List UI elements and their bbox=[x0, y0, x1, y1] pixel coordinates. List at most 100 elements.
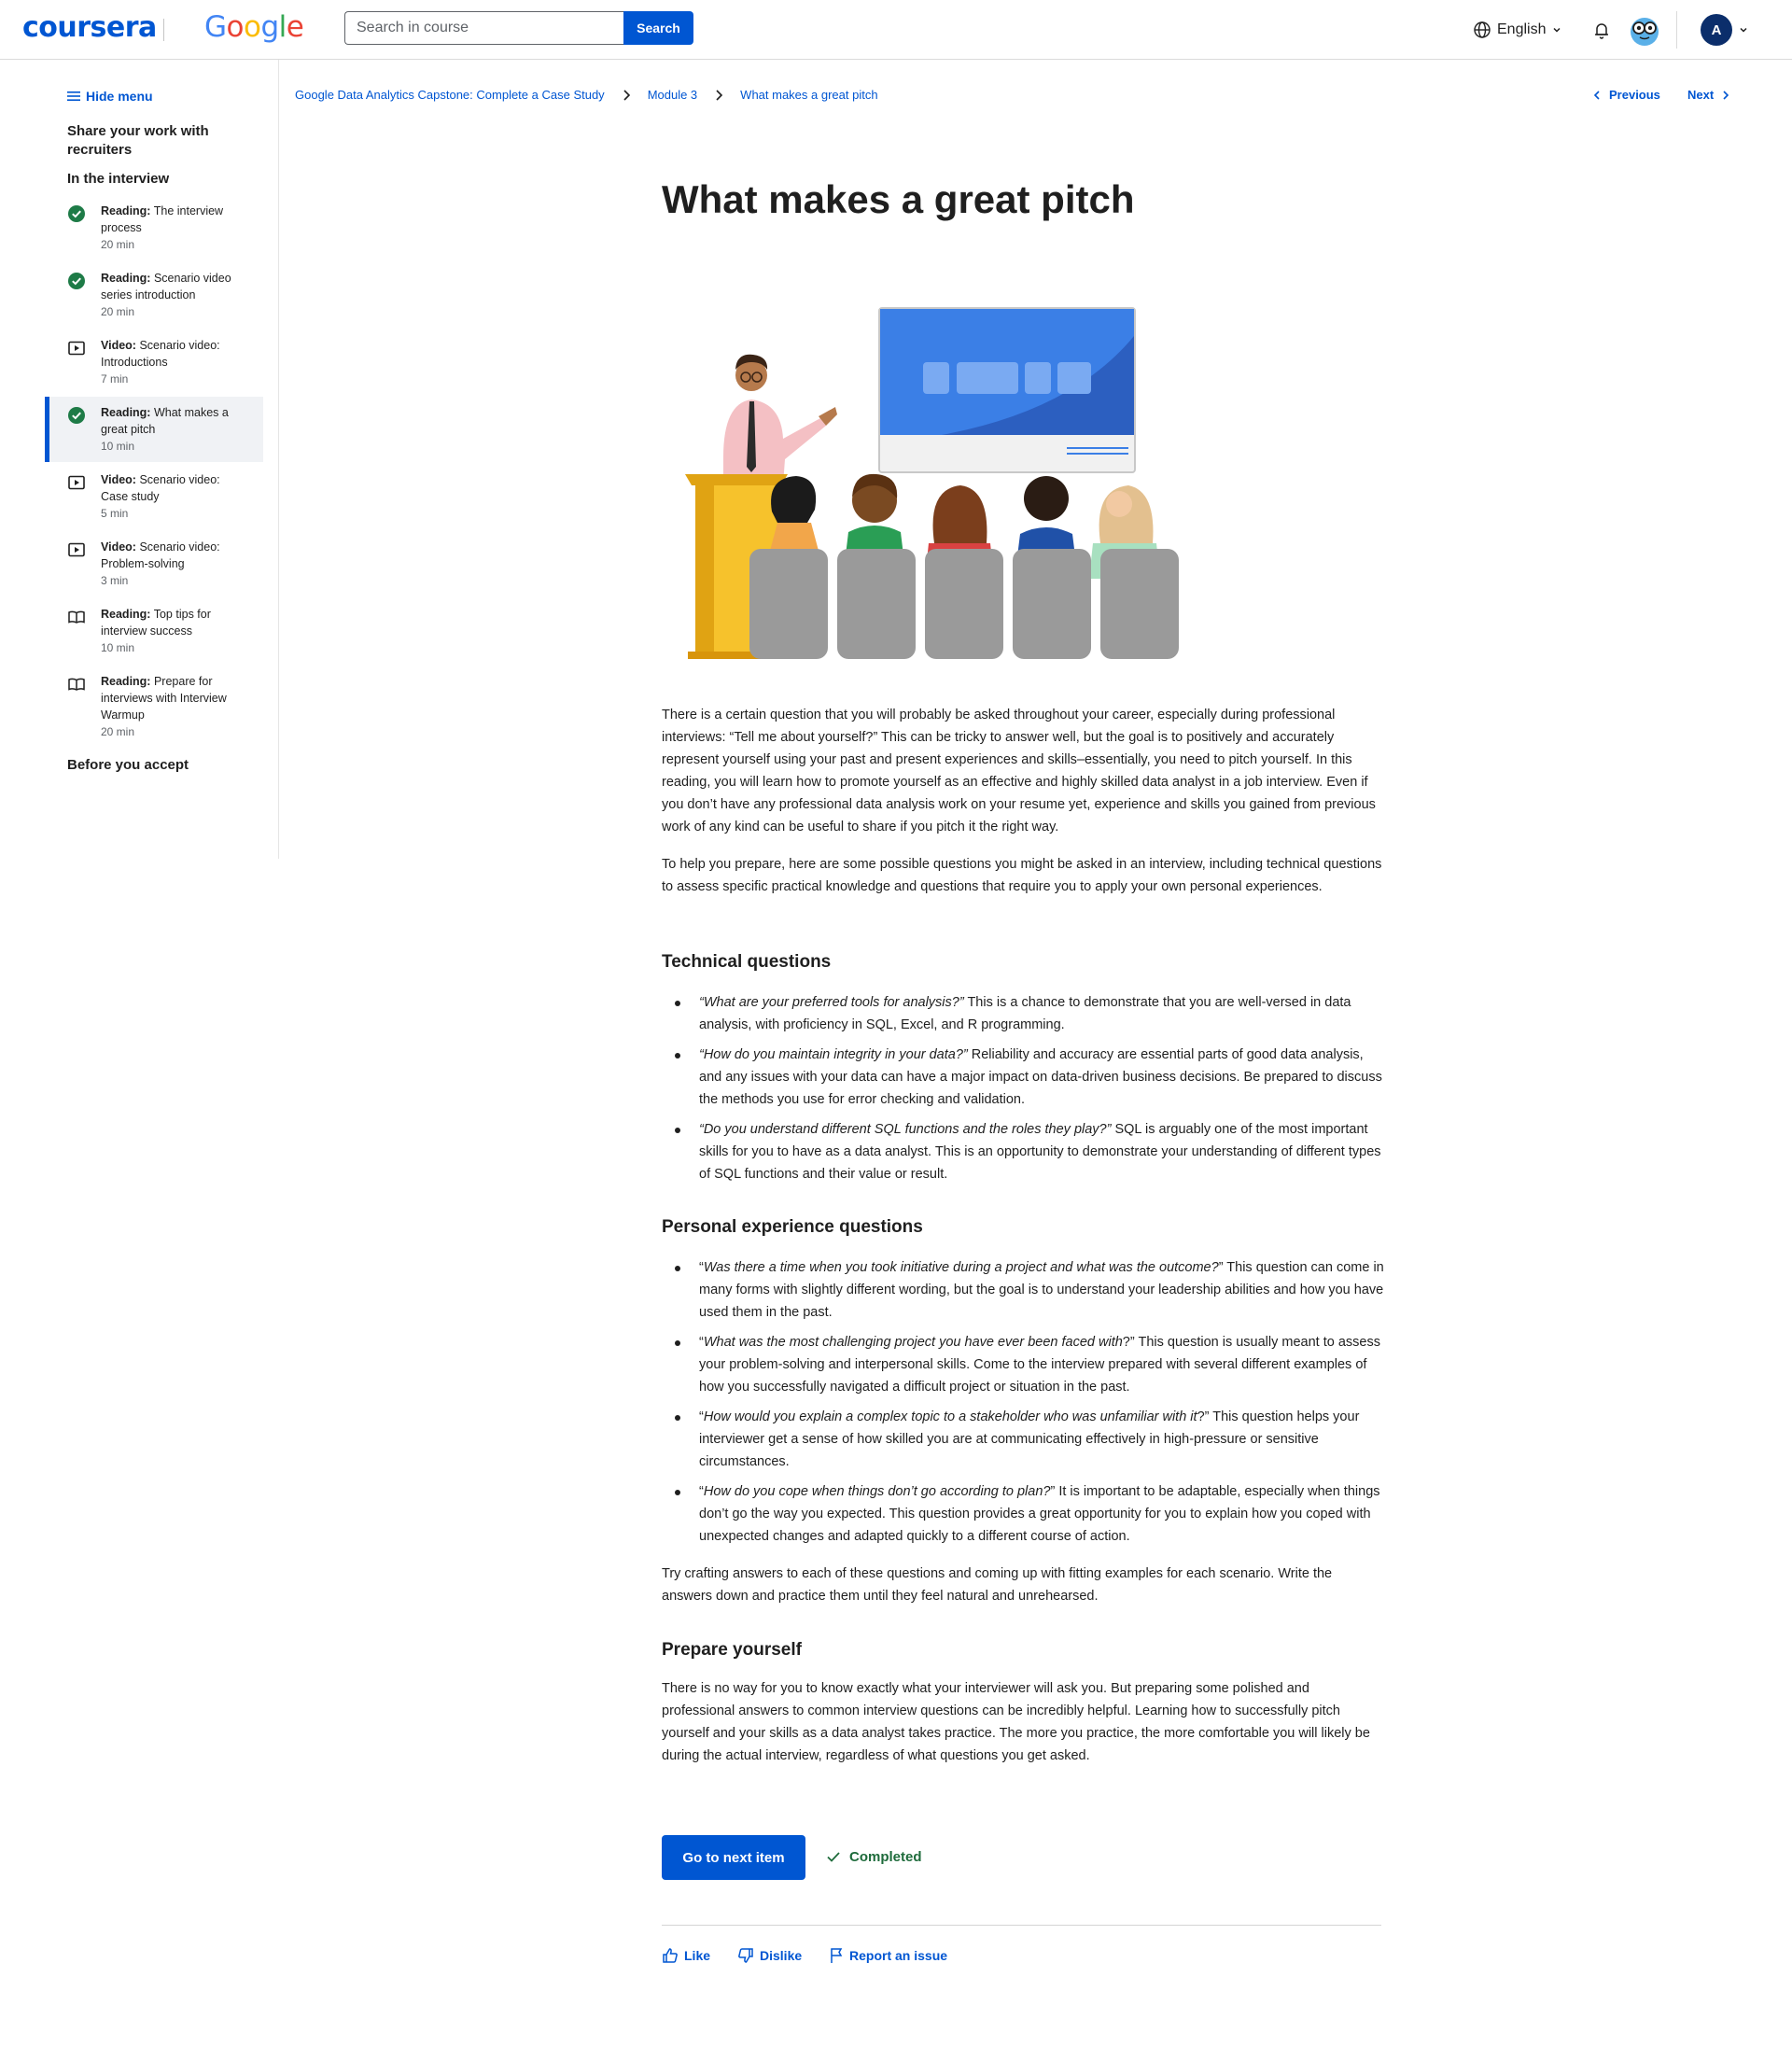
language-selector[interactable]: English bbox=[1473, 19, 1562, 41]
list-item: “What are your preferred tools for analy… bbox=[675, 991, 1385, 1036]
item-duration: 20 min bbox=[101, 305, 135, 318]
personal-questions-heading: Personal experience questions bbox=[662, 1217, 923, 1237]
header-separator bbox=[1676, 11, 1677, 49]
page-title: What makes a great pitch bbox=[662, 177, 1135, 221]
breadcrumb-current[interactable]: What makes a great pitch bbox=[740, 88, 877, 102]
breadcrumb: Google Data Analytics Capstone: Complete… bbox=[295, 88, 878, 102]
next-button[interactable]: Next bbox=[1687, 88, 1730, 102]
search-button[interactable]: Search bbox=[623, 11, 693, 45]
intro-paragraph-2: To help you prepare, here are some possi… bbox=[662, 857, 1382, 894]
sidebar-item-interview-process[interactable]: Reading: The interview process 20 min bbox=[45, 195, 263, 260]
sidebar-item-scenario-intro[interactable]: Reading: Scenario video series introduct… bbox=[45, 262, 263, 328]
item-duration: 3 min bbox=[101, 574, 129, 587]
check-circle-icon bbox=[68, 273, 85, 289]
google-logo: Google bbox=[204, 10, 304, 44]
hide-menu-button[interactable]: Hide menu bbox=[67, 89, 153, 104]
play-video-icon bbox=[68, 542, 85, 557]
thumbs-down-icon bbox=[738, 1948, 753, 1963]
previous-button[interactable]: Previous bbox=[1592, 88, 1660, 102]
question-text: What was the most challenging project yo… bbox=[703, 1335, 1123, 1350]
presentation-illustration bbox=[685, 307, 1179, 659]
chevron-right-icon bbox=[623, 89, 630, 101]
book-icon bbox=[68, 678, 85, 691]
completed-label: Completed bbox=[849, 1848, 922, 1865]
list-item: “Do you understand different SQL functio… bbox=[675, 1118, 1385, 1185]
logo-divider bbox=[163, 19, 164, 41]
item-duration: 5 min bbox=[101, 507, 129, 520]
technical-questions-heading: Technical questions bbox=[662, 952, 832, 972]
chevron-right-icon bbox=[716, 89, 723, 101]
coach-mascot-icon[interactable] bbox=[1628, 13, 1661, 47]
item-type: Reading: bbox=[101, 406, 151, 419]
report-issue-button[interactable]: Report an issue bbox=[829, 1947, 947, 1964]
item-type: Video: bbox=[101, 540, 136, 554]
question-text: How do you cope when things don’t go acc… bbox=[703, 1484, 1051, 1499]
user-avatar[interactable]: A bbox=[1701, 14, 1732, 46]
item-type: Video: bbox=[101, 339, 136, 352]
list-item: “How do you maintain integrity in your d… bbox=[675, 1044, 1385, 1111]
sidebar-item-video-case-study[interactable]: Video: Scenario video: Case study 5 min bbox=[45, 464, 263, 529]
item-duration: 10 min bbox=[101, 440, 135, 453]
play-video-icon bbox=[68, 475, 85, 490]
footer-divider bbox=[662, 1925, 1381, 1926]
module-section-title[interactable]: Share your work with recruiters bbox=[67, 122, 254, 160]
list-item: “Was there a time when you took initiati… bbox=[675, 1256, 1385, 1324]
item-duration: 10 min bbox=[101, 641, 135, 654]
question-text: Was there a time when you took initiativ… bbox=[703, 1260, 1219, 1275]
like-label: Like bbox=[684, 1948, 711, 1963]
completed-status: Completed bbox=[825, 1848, 922, 1865]
chevron-right-icon bbox=[1723, 90, 1729, 100]
breadcrumb-course[interactable]: Google Data Analytics Capstone: Complete… bbox=[295, 88, 605, 102]
coursera-logo[interactable]: coursera bbox=[22, 11, 157, 44]
checkmark-icon bbox=[827, 1852, 840, 1862]
item-type: Reading: bbox=[101, 272, 151, 285]
list-item: “How do you cope when things don’t go ac… bbox=[675, 1480, 1385, 1548]
item-type: Reading: bbox=[101, 675, 151, 688]
practice-paragraph: Try crafting answers to each of these qu… bbox=[662, 1566, 1333, 1604]
top-header: coursera Google Search English A bbox=[0, 0, 1792, 60]
item-duration: 7 min bbox=[101, 372, 129, 386]
dislike-label: Dislike bbox=[760, 1948, 803, 1963]
item-type: Reading: bbox=[101, 204, 151, 217]
globe-icon bbox=[1474, 21, 1491, 38]
report-issue-label: Report an issue bbox=[849, 1948, 948, 1963]
breadcrumb-module[interactable]: Module 3 bbox=[648, 88, 697, 102]
play-video-icon bbox=[68, 341, 85, 356]
intro-paragraph: There is a certain question that you wil… bbox=[662, 708, 1376, 834]
dislike-button[interactable]: Dislike bbox=[737, 1947, 802, 1964]
lesson-group-title[interactable]: In the interview bbox=[67, 170, 169, 189]
prepare-yourself-heading: Prepare yourself bbox=[662, 1640, 802, 1660]
item-duration: 20 min bbox=[101, 238, 135, 251]
thumbs-up-icon bbox=[663, 1948, 678, 1963]
flag-icon bbox=[831, 1948, 843, 1963]
list-item: “How would you explain a complex topic t… bbox=[675, 1406, 1385, 1473]
sidebar-item-top-tips[interactable]: Reading: Top tips for interview success … bbox=[45, 598, 263, 664]
list-item: “What was the most challenging project y… bbox=[675, 1331, 1385, 1398]
book-icon bbox=[68, 610, 85, 624]
language-label: English bbox=[1497, 21, 1547, 37]
previous-label: Previous bbox=[1609, 88, 1660, 102]
search-input[interactable] bbox=[344, 11, 624, 45]
sidebar-item-video-introductions[interactable]: Video: Scenario video: Introductions 7 m… bbox=[45, 329, 263, 395]
sidebar-item-great-pitch[interactable]: Reading: What makes a great pitch 10 min bbox=[45, 397, 263, 462]
question-text: “Do you understand different SQL functio… bbox=[699, 1122, 1112, 1137]
prepare-paragraph: There is no way for you to know exactly … bbox=[662, 1681, 1370, 1763]
hamburger-menu-icon bbox=[67, 91, 80, 101]
item-type: Video: bbox=[101, 473, 136, 486]
go-to-next-item-button[interactable]: Go to next item bbox=[662, 1835, 805, 1880]
question-text: “How do you maintain integrity in your d… bbox=[699, 1047, 968, 1062]
item-duration: 20 min bbox=[101, 725, 135, 738]
chevron-down-icon bbox=[1553, 27, 1561, 33]
question-text: “What are your preferred tools for analy… bbox=[699, 995, 964, 1010]
sidebar-item-interview-warmup[interactable]: Reading: Prepare for interviews with Int… bbox=[45, 666, 263, 750]
check-circle-icon bbox=[68, 407, 85, 424]
notifications-bell-icon[interactable] bbox=[1590, 19, 1613, 41]
item-type: Reading: bbox=[101, 608, 151, 621]
next-label: Next bbox=[1687, 88, 1715, 102]
chevron-left-icon bbox=[1593, 90, 1600, 100]
check-circle-icon bbox=[68, 205, 85, 222]
sidebar-item-video-problem-solving[interactable]: Video: Scenario video: Problem-solving 3… bbox=[45, 531, 263, 596]
next-section-title[interactable]: Before you accept bbox=[67, 756, 189, 775]
like-button[interactable]: Like bbox=[662, 1947, 710, 1964]
chevron-down-icon[interactable] bbox=[1738, 24, 1749, 35]
